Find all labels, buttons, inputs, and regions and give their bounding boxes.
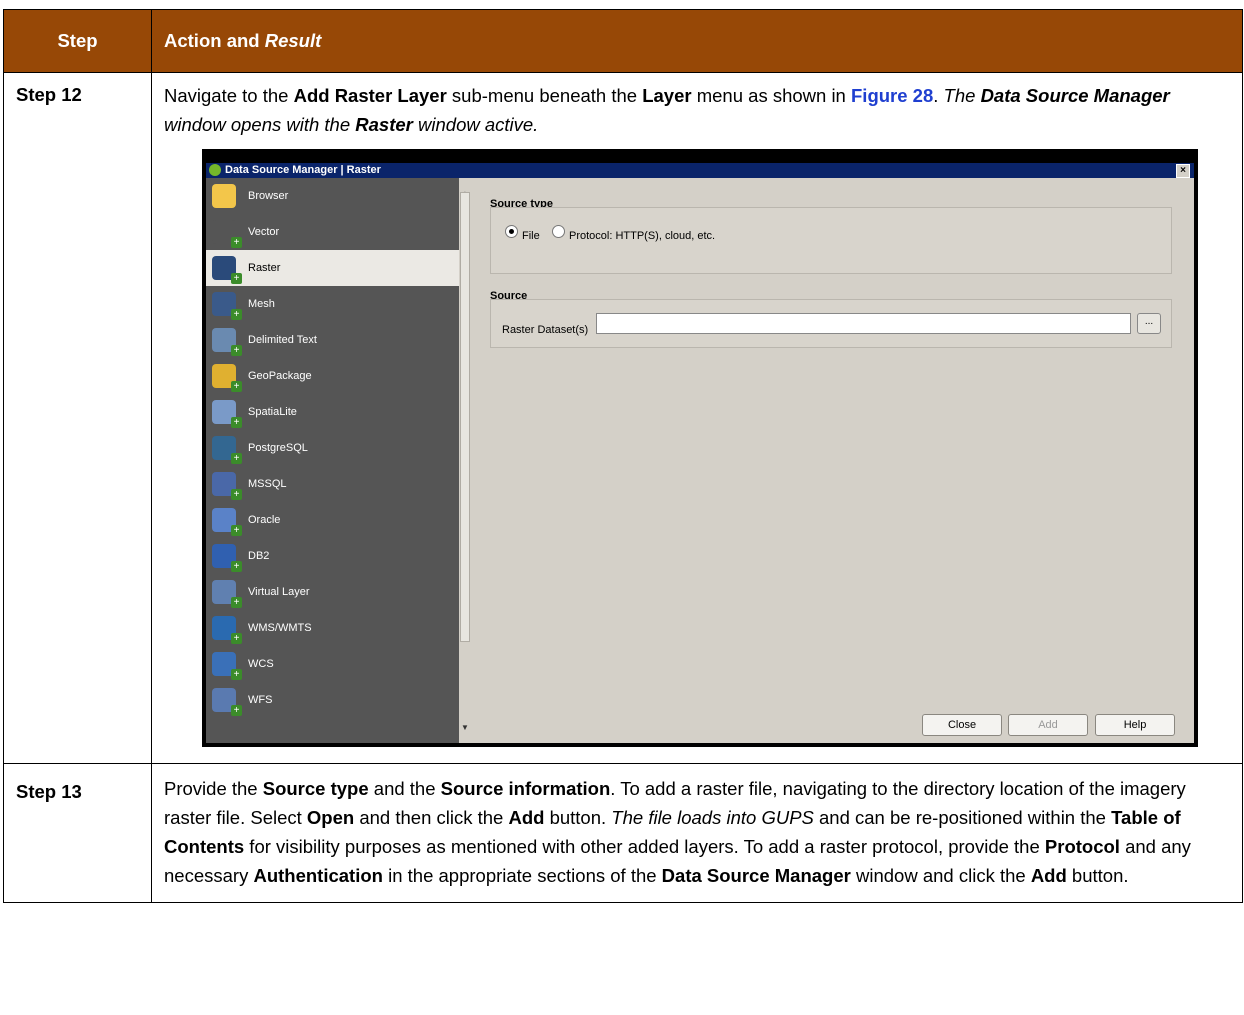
plus-icon: + xyxy=(231,345,242,356)
sidebar-item-label: Raster xyxy=(248,262,281,274)
step-header: Step xyxy=(3,9,152,73)
plus-icon: + xyxy=(231,705,242,716)
sidebar-item-label: SpatiaLite xyxy=(248,406,297,418)
virtual-layer-icon: + xyxy=(212,580,242,608)
sidebar-item-label: DB2 xyxy=(248,550,270,562)
sidebar-item-label: Vector xyxy=(248,226,280,238)
sidebar-item-label: WFS xyxy=(248,694,273,706)
action-header: Action and Result xyxy=(151,9,1243,73)
dialog-close-button[interactable]: × xyxy=(1176,164,1190,178)
close-button[interactable]: Close xyxy=(922,714,1002,736)
dialog-titlebar: Data Source Manager | Raster × xyxy=(206,163,1194,178)
scroll-down-icon[interactable]: ▼ xyxy=(461,713,469,742)
db2-icon: + xyxy=(212,544,242,572)
sidebar-item-spatialite[interactable]: + SpatiaLite xyxy=(206,394,459,430)
step-13-action: Provide the Source type and the Source i… xyxy=(151,763,1243,903)
plus-icon: + xyxy=(231,597,242,608)
plus-icon: + xyxy=(231,561,242,572)
sidebar-item-wms-wmts[interactable]: + WMS/WMTS xyxy=(206,610,459,646)
sidebar-item-postgresql[interactable]: + PostgreSQL xyxy=(206,430,459,466)
sidebar-item-db2[interactable]: + DB2 xyxy=(206,538,459,574)
raster-icon: + xyxy=(212,256,242,284)
header-row: Step Action and Result xyxy=(3,9,1243,73)
mssql-icon: + xyxy=(212,472,242,500)
figure-28-link[interactable]: Figure 28 xyxy=(851,85,933,106)
sidebar-item-delimited-text[interactable]: + Delimited Text xyxy=(206,322,459,358)
steps-table: Step Action and Result Step 12 Navigate … xyxy=(3,9,1243,903)
sidebar-scrollbar[interactable]: ▲ ▼ xyxy=(459,178,471,743)
sidebar-item-oracle[interactable]: + Oracle xyxy=(206,502,459,538)
step-13-label: Step 13 xyxy=(3,763,152,903)
plus-icon: + xyxy=(231,489,242,500)
add-button[interactable]: Add xyxy=(1008,714,1088,736)
radio-protocol[interactable] xyxy=(552,225,565,238)
sidebar-item-vector[interactable]: + Vector xyxy=(206,214,459,250)
wfs-icon: + xyxy=(212,688,242,716)
sidebar-item-label: Mesh xyxy=(248,298,275,310)
sidebar-item-mssql[interactable]: + MSSQL xyxy=(206,466,459,502)
plus-icon: + xyxy=(231,669,242,680)
raster-dataset-input[interactable] xyxy=(596,313,1131,334)
sidebar-item-wfs[interactable]: + WFS xyxy=(206,682,459,718)
qgis-logo-icon xyxy=(209,164,221,176)
step-13-row: Step 13 Provide the Source type and the … xyxy=(3,763,1243,903)
radio-protocol-label[interactable]: Protocol: HTTP(S), cloud, etc. xyxy=(569,222,715,251)
wcs-icon: + xyxy=(212,652,242,680)
plus-icon: + xyxy=(231,309,242,320)
source-group: Raster Dataset(s) ... xyxy=(490,299,1172,348)
sidebar-item-label: MSSQL xyxy=(248,478,287,490)
plus-icon: + xyxy=(231,453,242,464)
data-source-manager-screenshot: Data Source Manager | Raster × Browser + V… xyxy=(202,149,1198,747)
dialog-title: Data Source Manager | Raster xyxy=(225,164,381,176)
delimited-text-icon: + xyxy=(212,328,242,356)
sidebar-item-virtual-layer[interactable]: + Virtual Layer xyxy=(206,574,459,610)
step-12-action: Navigate to the Add Raster Layer sub-men… xyxy=(151,72,1243,764)
raster-dataset-label: Raster Dataset(s) xyxy=(502,324,589,336)
postgresql-icon: + xyxy=(212,436,242,464)
result-header-text: Result xyxy=(264,30,322,51)
radio-file-label[interactable]: File xyxy=(522,222,540,251)
step-12-row: Step 12 Navigate to the Add Raster Layer… xyxy=(3,72,1243,764)
help-button[interactable]: Help xyxy=(1095,714,1175,736)
action-header-text: Action and xyxy=(164,30,265,51)
vector-icon: + xyxy=(212,220,242,248)
spatialite-icon: + xyxy=(212,400,242,428)
step-12-label: Step 12 xyxy=(3,72,152,764)
scrollbar-thumb[interactable] xyxy=(460,192,470,642)
plus-icon: + xyxy=(231,525,242,536)
plus-icon: + xyxy=(231,237,242,248)
wms-icon: + xyxy=(212,616,242,644)
sidebar-item-raster[interactable]: + Raster xyxy=(206,250,459,286)
geopackage-icon: + xyxy=(212,364,242,392)
sidebar-item-geopackage[interactable]: + GeoPackage xyxy=(206,358,459,394)
sidebar-item-browser[interactable]: Browser xyxy=(206,178,459,214)
sidebar-item-label: WCS xyxy=(248,658,274,670)
source-sidebar: Browser + Vector + Raster + Mesh + Delimited Tex… xyxy=(206,178,459,743)
sidebar-item-wcs[interactable]: + WCS xyxy=(206,646,459,682)
sidebar-item-label: Browser xyxy=(248,190,289,202)
radio-file[interactable] xyxy=(505,225,518,238)
plus-icon: + xyxy=(231,273,242,284)
step-12-text: Navigate to the Add Raster Layer sub-men… xyxy=(164,85,1170,135)
sidebar-item-mesh[interactable]: + Mesh xyxy=(206,286,459,322)
raster-panel: Source type File Protocol: HTTP(S), clou… xyxy=(471,178,1194,743)
sidebar-item-label: Oracle xyxy=(248,514,281,526)
sidebar-item-label: Delimited Text xyxy=(248,334,317,346)
folder-icon xyxy=(212,184,236,208)
oracle-icon: + xyxy=(212,508,242,536)
sidebar-item-label: GeoPackage xyxy=(248,370,312,382)
browse-button[interactable]: ... xyxy=(1137,313,1161,334)
plus-icon: + xyxy=(231,417,242,428)
source-type-group: File Protocol: HTTP(S), cloud, etc. xyxy=(490,207,1172,274)
sidebar-item-label: WMS/WMTS xyxy=(248,622,312,634)
plus-icon: + xyxy=(231,381,242,392)
sidebar-item-label: PostgreSQL xyxy=(248,442,308,454)
sidebar-item-label: Virtual Layer xyxy=(248,586,310,598)
plus-icon: + xyxy=(231,633,242,644)
mesh-icon: + xyxy=(212,292,242,320)
